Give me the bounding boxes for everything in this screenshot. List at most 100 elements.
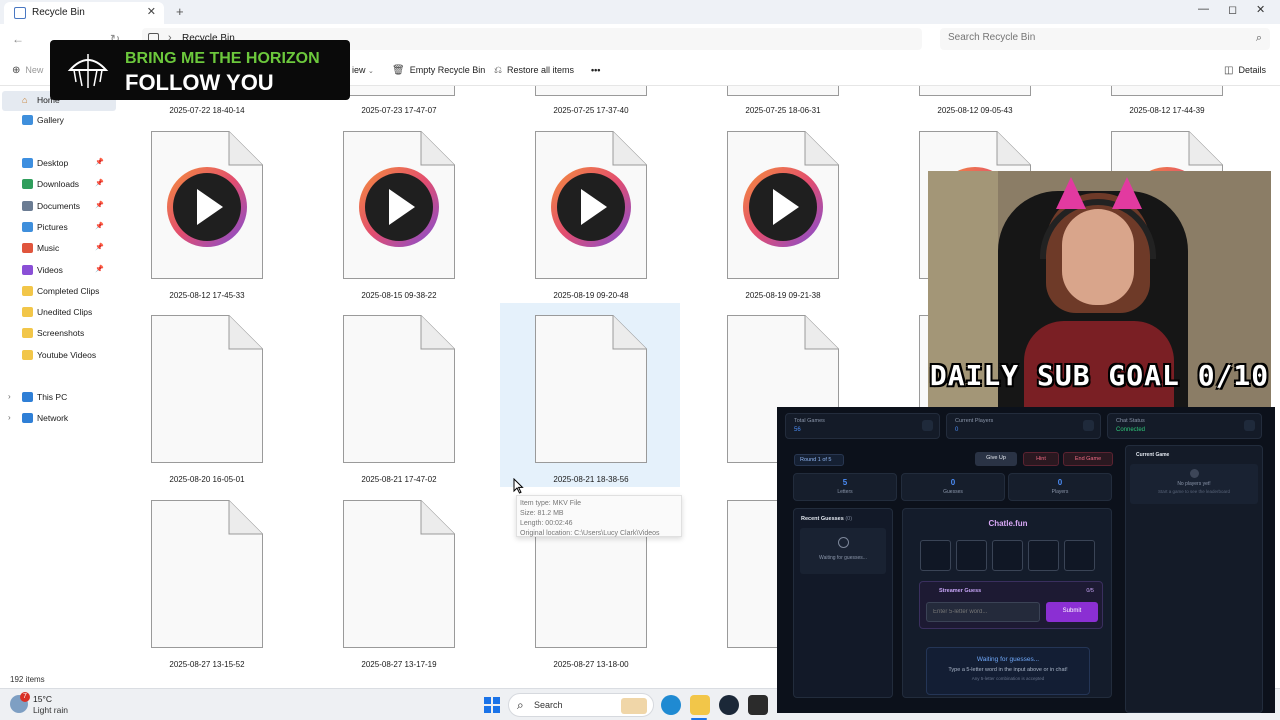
chart-icon: [922, 420, 933, 431]
empty-recycle-bin-button[interactable]: 🗑 Empty Recycle Bin: [392, 65, 485, 76]
sub-goal-text: DAILY SUB GOAL 0/10: [929, 359, 1270, 392]
video-file-thumbnail[interactable]: [535, 131, 647, 279]
sidebar-item-pictures[interactable]: Pictures 📌: [0, 219, 118, 237]
streamer-guess-count: 0/5: [1086, 588, 1094, 594]
file-thumbnail[interactable]: [919, 86, 1031, 96]
submit-button[interactable]: Submit: [1046, 602, 1098, 622]
file-name[interactable]: 2025-08-27 13-15-52: [118, 660, 297, 669]
steam-icon[interactable]: [719, 695, 739, 715]
title-bar: Recycle Bin ✕ + — ◻ ✕: [0, 0, 1280, 24]
file-thumbnail[interactable]: [343, 86, 455, 96]
taskbar-search[interactable]: ⌕ Search: [508, 693, 654, 717]
more-options-button[interactable]: •••: [591, 65, 600, 75]
close-button[interactable]: ✕: [1256, 3, 1265, 16]
edge-icon[interactable]: [661, 695, 681, 715]
back-icon[interactable]: ←: [12, 32, 24, 46]
letter-slot: [992, 540, 1023, 571]
streamer-guess-panel: Streamer Guess 0/5 Submit: [919, 581, 1103, 629]
search-input[interactable]: [948, 32, 1238, 43]
sidebar-item-youtube-videos[interactable]: Youtube Videos: [0, 347, 118, 365]
pin-icon: 📌: [95, 180, 104, 188]
file-name[interactable]: 2025-08-27 13-17-19: [309, 660, 489, 669]
give-up-button[interactable]: Give Up: [975, 452, 1017, 466]
restore-all-button[interactable]: ⎌ Restore all items: [494, 65, 574, 76]
obs-icon[interactable]: [748, 695, 768, 715]
sidebar-item-desktop[interactable]: Desktop 📌: [0, 155, 118, 173]
sidebar-item-screenshots[interactable]: Screenshots: [0, 325, 118, 343]
sidebar-item-gallery[interactable]: Gallery: [0, 112, 118, 130]
browser-tab[interactable]: Recycle Bin ✕: [4, 2, 164, 24]
start-button[interactable]: [484, 697, 500, 713]
new-button[interactable]: ⊕ New: [12, 65, 43, 76]
sidebar-item-network[interactable]: › Network: [0, 410, 118, 428]
new-tab-button[interactable]: +: [176, 4, 184, 19]
file-name[interactable]: 2025-08-12 17-45-33: [118, 291, 297, 300]
stat-total-games: Total Games 56: [785, 413, 940, 439]
file-name[interactable]: 2025-08-15 09-38-22: [309, 291, 489, 300]
file-name[interactable]: 2025-08-27 13-18-00: [501, 660, 681, 669]
sidebar-item-unedited-clips[interactable]: Unedited Clips: [0, 304, 118, 322]
video-file-thumbnail[interactable]: [343, 131, 455, 279]
chevron-right-icon[interactable]: ›: [8, 392, 11, 401]
maximize-button[interactable]: ◻: [1228, 3, 1237, 16]
file-name[interactable]: 2025-07-25 18-06-31: [693, 106, 873, 115]
file-name[interactable]: 2025-08-19 09-21-38: [693, 291, 873, 300]
file-name[interactable]: 2025-08-21 17-47-02: [309, 475, 489, 484]
word-input[interactable]: [926, 602, 1040, 622]
file-name[interactable]: 2025-08-20 16-05-01: [118, 475, 297, 484]
search-icon: ⌕: [517, 698, 524, 712]
sidebar-item-completed-clips[interactable]: Completed Clips: [0, 283, 118, 301]
file-thumbnail[interactable]: [535, 86, 647, 96]
restore-icon: ⎌: [494, 65, 502, 76]
letter-slot: [1064, 540, 1095, 571]
tab-title: Recycle Bin: [32, 7, 85, 18]
chevron-right-icon[interactable]: ›: [8, 413, 11, 422]
file-name[interactable]: 2025-08-12 17-44-39: [1077, 106, 1257, 115]
sidebar-item-videos[interactable]: Videos 📌: [0, 262, 118, 280]
file-name[interactable]: 2025-08-19 09-20-48: [501, 291, 681, 300]
tab-close-icon[interactable]: ✕: [147, 5, 156, 18]
sidebar-item-label: Downloads: [37, 179, 80, 190]
sidebar-item-this-pc[interactable]: › This PC: [0, 389, 118, 407]
counter-players: 0 Players: [1008, 473, 1112, 501]
details-button[interactable]: ◫ Details: [1224, 65, 1266, 76]
hint-button[interactable]: Hint: [1023, 452, 1059, 466]
file-name[interactable]: 2025-08-21 18-38-56: [501, 475, 681, 484]
sidebar-item-documents[interactable]: Documents 📌: [0, 198, 118, 216]
file-name[interactable]: 2025-07-22 18-40-14: [118, 106, 297, 115]
file-thumbnail[interactable]: [1111, 86, 1223, 96]
weather-condition[interactable]: Light rain: [33, 705, 68, 715]
end-game-button[interactable]: End Game: [1063, 452, 1113, 466]
current-game-title: Current Game: [1136, 452, 1170, 458]
file-thumbnail[interactable]: [343, 315, 455, 463]
user-icon: [1083, 420, 1094, 431]
file-tooltip: Item type: MKV File Size: 81.2 MB Length…: [516, 495, 682, 537]
file-thumbnail[interactable]: [343, 500, 455, 648]
file-name[interactable]: 2025-07-25 17-37-40: [501, 106, 681, 115]
tooltip-type: Item type: MKV File: [520, 500, 582, 507]
current-game-panel: Current Game No players yet! Start a gam…: [1125, 445, 1263, 713]
letter-slot: [920, 540, 951, 571]
sidebar-item-label: Music: [37, 243, 60, 254]
file-name[interactable]: 2025-07-23 17-47-07: [309, 106, 489, 115]
weather-temperature[interactable]: 15°C: [33, 694, 52, 704]
video-file-thumbnail[interactable]: [151, 131, 263, 279]
file-name[interactable]: 2025-08-12 09-05-43: [885, 106, 1065, 115]
file-thumbnail[interactable]: [727, 86, 839, 96]
search-box[interactable]: ⌕: [940, 28, 1270, 50]
file-thumbnail[interactable]: [151, 500, 263, 648]
video-file-thumbnail[interactable]: [727, 131, 839, 279]
trash-icon: 🗑: [392, 65, 405, 76]
search-icon[interactable]: ⌕: [1256, 32, 1262, 45]
file-explorer-icon[interactable]: [690, 695, 710, 715]
tooltip-size: Size: 81.2 MB: [520, 510, 564, 517]
sidebar-item-music[interactable]: Music 📌: [0, 240, 118, 258]
sidebar-item-downloads[interactable]: Downloads 📌: [0, 176, 118, 194]
game-title: Chatle.fun: [988, 519, 1028, 528]
view-button[interactable]: iew ⌄: [352, 65, 374, 75]
file-thumbnail[interactable]: [535, 315, 647, 463]
file-thumbnail[interactable]: [151, 315, 263, 463]
stat-current-players: Current Players 0: [946, 413, 1101, 439]
music-icon: [22, 243, 33, 254]
minimize-button[interactable]: —: [1198, 3, 1209, 15]
